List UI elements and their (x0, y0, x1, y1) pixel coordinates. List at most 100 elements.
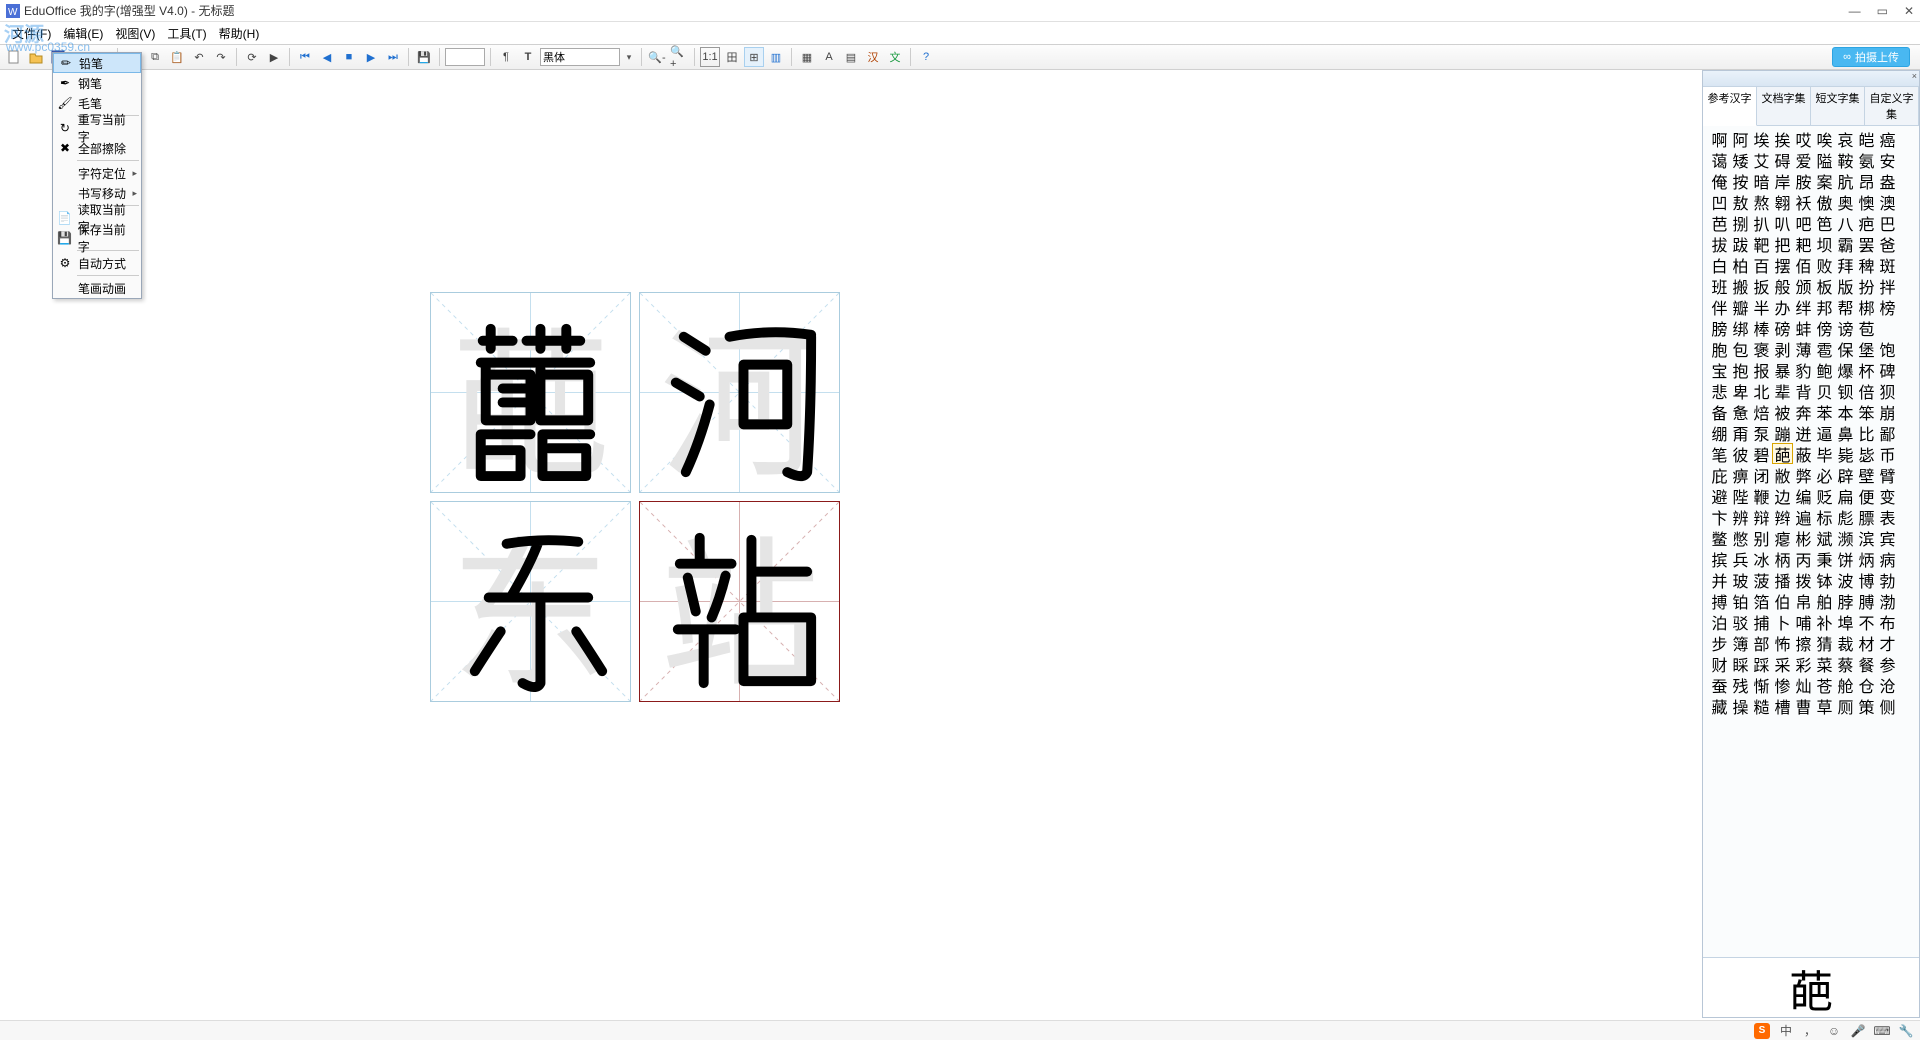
char-item[interactable]: 并 (1709, 569, 1730, 590)
char-item[interactable]: 办 (1772, 296, 1793, 317)
char-item[interactable]: 摈 (1709, 548, 1730, 569)
char-item[interactable]: 版 (1835, 275, 1856, 296)
char-item[interactable]: 板 (1814, 275, 1835, 296)
char-item[interactable]: 避 (1709, 485, 1730, 506)
char-item[interactable]: 补 (1814, 611, 1835, 632)
char-item[interactable]: 闭 (1751, 464, 1772, 485)
char-item[interactable]: 瓣 (1730, 296, 1751, 317)
ime-punct[interactable]: ， (1802, 1023, 1818, 1039)
char-item[interactable]: 部 (1751, 632, 1772, 653)
tb-last-icon[interactable]: ⏭ (383, 47, 403, 67)
char-list[interactable]: 啊阿埃挨哎唉哀皑癌蔼矮艾碍爱隘鞍氨安俺按暗岸胺案肮昂盎凹敖熬翱袄傲奥懊澳芭捌扒叭… (1703, 126, 1919, 957)
char-item[interactable]: 槽 (1772, 695, 1793, 716)
tb-a-icon[interactable]: A (819, 47, 839, 67)
tb-copy-icon[interactable]: ⧉ (145, 47, 165, 67)
char-item[interactable]: 碧 (1751, 443, 1772, 464)
char-item[interactable]: 焙 (1751, 401, 1772, 422)
tb-refresh-icon[interactable]: ⟳ (242, 47, 262, 67)
char-item[interactable]: 皑 (1856, 128, 1877, 149)
maximize-button[interactable]: ▭ (1877, 4, 1888, 18)
practice-cell[interactable]: 东 (430, 501, 631, 702)
char-item[interactable]: 耙 (1793, 233, 1814, 254)
char-item[interactable]: 鞍 (1835, 149, 1856, 170)
char-item[interactable]: 瘪 (1772, 527, 1793, 548)
char-item[interactable]: 帮 (1835, 296, 1856, 317)
char-item[interactable]: 澳 (1877, 191, 1898, 212)
char-item[interactable]: 糙 (1751, 695, 1772, 716)
char-item[interactable]: 辟 (1835, 464, 1856, 485)
char-item[interactable]: 卜 (1772, 611, 1793, 632)
char-item[interactable]: 痹 (1730, 464, 1751, 485)
char-item[interactable]: 辫 (1772, 506, 1793, 527)
tb-grid3-icon[interactable]: ▥ (766, 47, 786, 67)
char-item[interactable]: 扮 (1856, 275, 1877, 296)
char-item[interactable]: 俺 (1709, 170, 1730, 191)
char-item[interactable]: 臂 (1877, 464, 1898, 485)
char-item[interactable]: 彬 (1793, 527, 1814, 548)
char-item[interactable]: 熬 (1751, 191, 1772, 212)
char-item[interactable]: 爸 (1877, 233, 1898, 254)
char-item[interactable]: 灿 (1793, 674, 1814, 695)
char-item[interactable]: 毖 (1856, 443, 1877, 464)
char-item[interactable]: 惭 (1751, 674, 1772, 695)
char-item[interactable]: 菜 (1814, 653, 1835, 674)
char-item[interactable]: 杯 (1856, 359, 1877, 380)
practice-cell[interactable]: 葩 (430, 292, 631, 493)
tb-paste-icon[interactable]: 📋 (167, 47, 187, 67)
char-item[interactable]: 褒 (1751, 338, 1772, 359)
ime-keyboard-icon[interactable]: ⌨ (1874, 1023, 1890, 1039)
char-item[interactable]: 柏 (1730, 254, 1751, 275)
char-item[interactable]: 舱 (1835, 674, 1856, 695)
char-item[interactable]: 爆 (1835, 359, 1856, 380)
char-item[interactable]: 濒 (1835, 527, 1856, 548)
dropdown-item[interactable]: 🖌毛笔 (53, 93, 141, 113)
dropdown-item[interactable]: 书写移动▸ (53, 183, 141, 203)
char-item[interactable]: 暴 (1772, 359, 1793, 380)
char-item[interactable]: 保 (1835, 338, 1856, 359)
char-item[interactable]: 敝 (1772, 464, 1793, 485)
char-item[interactable]: 埠 (1835, 611, 1856, 632)
char-item[interactable]: 毕 (1814, 443, 1835, 464)
char-item[interactable]: 肮 (1835, 170, 1856, 191)
char-item[interactable]: 颁 (1793, 275, 1814, 296)
minimize-button[interactable]: — (1849, 4, 1861, 18)
char-item[interactable]: 被 (1772, 401, 1793, 422)
tb-grid5-icon[interactable]: ▤ (841, 47, 861, 67)
char-item[interactable]: 岸 (1772, 170, 1793, 191)
char-item[interactable]: 材 (1856, 632, 1877, 653)
char-item[interactable]: 苍 (1814, 674, 1835, 695)
char-item[interactable]: 宝 (1709, 359, 1730, 380)
char-item[interactable]: 傍 (1814, 317, 1835, 338)
tab-custom[interactable]: 自定义字集 (1865, 87, 1919, 125)
close-button[interactable]: ✕ (1904, 4, 1914, 18)
char-item[interactable]: 搏 (1709, 590, 1730, 611)
char-item[interactable]: 便 (1856, 485, 1877, 506)
char-item[interactable]: 秉 (1814, 548, 1835, 569)
char-item[interactable]: 残 (1730, 674, 1751, 695)
char-item[interactable]: 罢 (1856, 233, 1877, 254)
char-item[interactable]: 迸 (1793, 422, 1814, 443)
ime-settings-icon[interactable]: 🔧 (1898, 1023, 1914, 1039)
char-item[interactable]: 簿 (1730, 632, 1751, 653)
char-item[interactable]: 菠 (1751, 569, 1772, 590)
char-item[interactable]: 步 (1709, 632, 1730, 653)
char-item[interactable]: 蔡 (1835, 653, 1856, 674)
char-item[interactable]: 丙 (1793, 548, 1814, 569)
char-item[interactable]: 按 (1730, 170, 1751, 191)
char-item[interactable]: 餐 (1856, 653, 1877, 674)
char-item[interactable]: 芭 (1709, 212, 1730, 233)
char-item[interactable]: 陛 (1730, 485, 1751, 506)
ime-indicator-icon[interactable]: S (1754, 1023, 1770, 1039)
char-item[interactable]: 哎 (1793, 128, 1814, 149)
char-item[interactable]: 辈 (1772, 380, 1793, 401)
char-item[interactable]: 北 (1751, 380, 1772, 401)
char-item[interactable]: 鼻 (1835, 422, 1856, 443)
char-item[interactable]: 擦 (1793, 632, 1814, 653)
char-item[interactable]: 伴 (1709, 296, 1730, 317)
char-item[interactable]: 泊 (1709, 611, 1730, 632)
char-item[interactable]: 斌 (1814, 527, 1835, 548)
font-arrow-icon[interactable]: ▾ (622, 52, 636, 63)
char-item[interactable]: 磅 (1772, 317, 1793, 338)
char-item[interactable]: 采 (1772, 653, 1793, 674)
char-item[interactable]: 绑 (1730, 317, 1751, 338)
